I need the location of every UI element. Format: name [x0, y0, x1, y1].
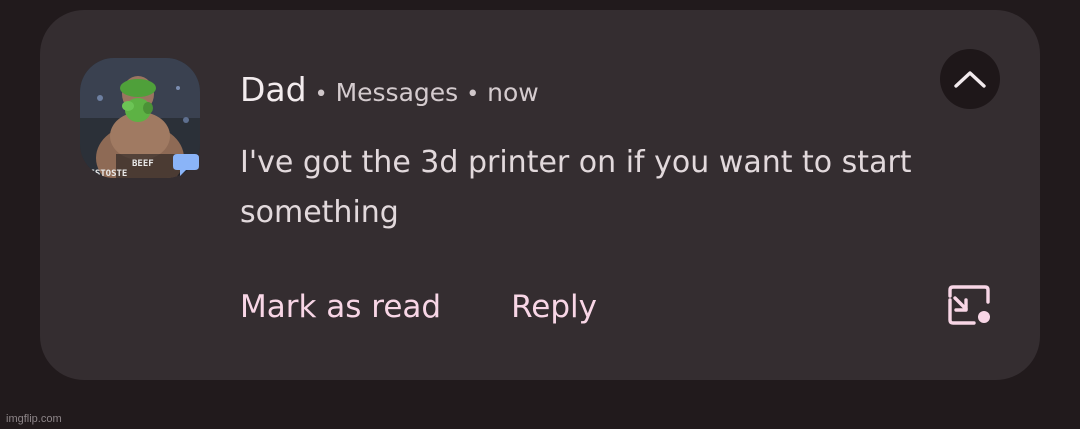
app-name: Messages: [335, 78, 459, 107]
open-in-popup-icon: [948, 285, 990, 325]
separator-dot: •: [314, 82, 328, 107]
notification-actions: Mark as read Reply: [240, 285, 597, 329]
watermark: imgflip.com: [6, 413, 62, 425]
avatar-caption-2: TESTOSTE: [84, 169, 127, 178]
chevron-up-icon: [954, 71, 986, 88]
message-notification-card[interactable]: BEEF TESTOSTE Dad • Messages • now I've …: [40, 10, 1040, 380]
collapse-button[interactable]: [940, 49, 1000, 109]
notification-screen: BEEF TESTOSTE Dad • Messages • now I've …: [0, 0, 1080, 429]
reply-button[interactable]: Reply: [511, 289, 597, 325]
notification-header: Dad • Messages • now: [240, 70, 539, 114]
avatar-caption-1: BEEF: [132, 159, 154, 169]
message-body: I've got the 3d printer on if you want t…: [240, 145, 912, 230]
mark-as-read-button[interactable]: Mark as read: [240, 289, 441, 325]
timestamp: now: [487, 78, 539, 107]
sender-name: Dad: [240, 70, 307, 109]
open-in-popup-button[interactable]: [944, 284, 994, 328]
separator-dot: •: [466, 82, 480, 107]
messages-bubble-icon: [172, 152, 200, 178]
